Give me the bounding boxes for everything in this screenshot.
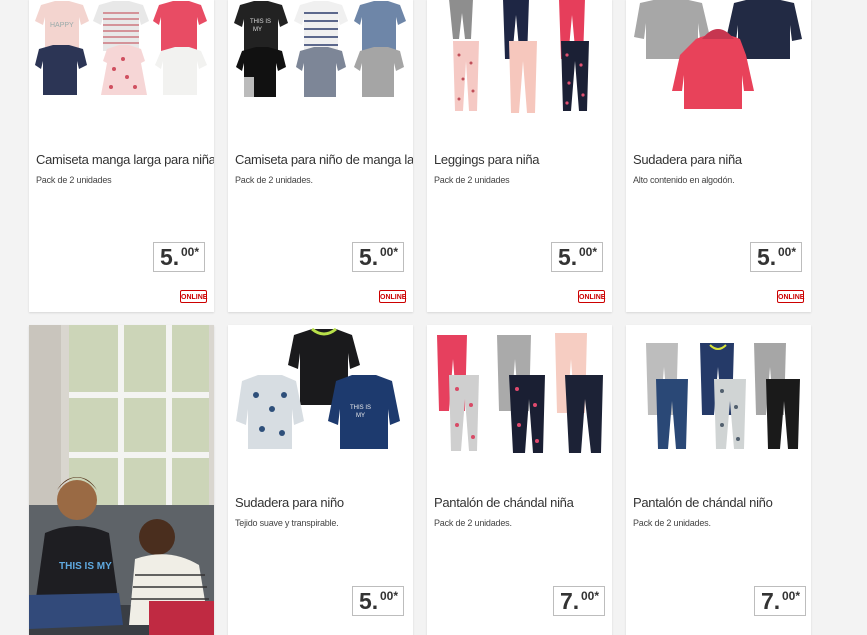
price-cents: 00* — [778, 245, 797, 259]
product-card[interactable]: Leggings para niña Pack de 2 unidades 5.… — [427, 0, 612, 312]
price-main: 7. — [560, 588, 580, 614]
online-badge: ONLINE — [777, 290, 804, 303]
product-image[interactable] — [626, 325, 811, 465]
price-box: 5. 00* — [750, 242, 802, 272]
product-card[interactable]: Sudadera para niña Alto contenido en alg… — [626, 0, 811, 312]
product-image[interactable] — [427, 325, 612, 465]
kids-promo-photo: THIS IS MY — [29, 325, 214, 635]
price-main: 5. — [160, 244, 180, 270]
online-badge: ONLINE — [180, 290, 207, 303]
product-subtitle: Pack de 2 unidades — [36, 175, 112, 185]
girls-sweatshirt-photo — [634, 0, 802, 109]
girls-jogger-photo — [437, 333, 603, 453]
price-main: 5. — [757, 244, 777, 270]
product-subtitle: Pack de 2 unidades. — [434, 518, 512, 528]
girls-leggings-photo — [449, 0, 589, 113]
product-image[interactable]: HAPPY — [29, 0, 214, 121]
svg-text:MY: MY — [253, 27, 262, 33]
product-title[interactable]: Camiseta manga larga para niña — [36, 152, 214, 167]
product-image[interactable]: THIS IS MY — [228, 0, 413, 121]
product-subtitle: Tejido suave y transpirable. — [235, 518, 339, 528]
price-cents: 00* — [579, 245, 598, 259]
price-box: 5. 00* — [352, 586, 404, 616]
svg-text:THIS IS: THIS IS — [250, 19, 271, 25]
product-subtitle: Alto contenido en algodón. — [633, 175, 735, 185]
price-box: 7. 00* — [754, 586, 806, 616]
promo-shirt-text: THIS IS MY — [59, 561, 112, 572]
product-card[interactable]: Pantalón de chándal niña Pack de 2 unida… — [427, 325, 612, 635]
product-image[interactable]: THIS IS MY — [228, 325, 413, 465]
price-cents: 00* — [181, 245, 200, 259]
price-cents: 00* — [380, 589, 399, 603]
price-main: 5. — [359, 244, 379, 270]
price-main: 5. — [558, 244, 578, 270]
product-title[interactable]: Camiseta para niño de manga larga — [235, 152, 413, 167]
price-cents: 00* — [581, 589, 600, 603]
girls-longsleeve-photo: HAPPY — [35, 1, 207, 95]
boys-sweatshirt-photo: THIS IS MY — [236, 327, 400, 449]
price-box: 7. 00* — [553, 586, 605, 616]
product-title[interactable]: Sudadera para niña — [633, 152, 742, 167]
price-main: 7. — [761, 588, 781, 614]
boys-longsleeve-photo: THIS IS MY — [234, 1, 406, 97]
price-cents: 00* — [782, 589, 801, 603]
price-cents: 00* — [380, 245, 399, 259]
product-card[interactable]: HAPPY Camiseta manga larga para niña Pac… — [29, 0, 214, 312]
price-box: 5. 00* — [153, 242, 205, 272]
product-image[interactable] — [427, 0, 612, 121]
product-subtitle: Pack de 2 unidades — [434, 175, 510, 185]
price-box: 5. 00* — [352, 242, 404, 272]
product-image[interactable] — [626, 0, 811, 121]
online-badge: ONLINE — [379, 290, 406, 303]
price-box: 5. 00* — [551, 242, 603, 272]
product-title[interactable]: Pantalón de chándal niño — [633, 495, 773, 510]
product-title[interactable]: Leggings para niña — [434, 152, 540, 167]
product-title[interactable]: Sudadera para niño — [235, 495, 344, 510]
product-title[interactable]: Pantalón de chándal niña — [434, 495, 574, 510]
product-card[interactable]: Pantalón de chándal niño Pack de 2 unida… — [626, 325, 811, 635]
svg-text:MY: MY — [356, 413, 365, 419]
product-subtitle: Pack de 2 unidades. — [633, 518, 711, 528]
product-card[interactable]: THIS IS MY Camiseta para niño de manga l… — [228, 0, 413, 312]
price-main: 5. — [359, 588, 379, 614]
product-card[interactable]: THIS IS MY Sudadera para niño Tejido sua… — [228, 325, 413, 635]
product-subtitle: Pack de 2 unidades. — [235, 175, 313, 185]
online-badge: ONLINE — [578, 290, 605, 303]
boys-jogger-photo — [646, 343, 800, 449]
svg-text:HAPPY: HAPPY — [50, 22, 74, 29]
promo-image-card[interactable]: THIS IS MY — [29, 325, 214, 635]
svg-text:THIS IS: THIS IS — [350, 405, 371, 411]
